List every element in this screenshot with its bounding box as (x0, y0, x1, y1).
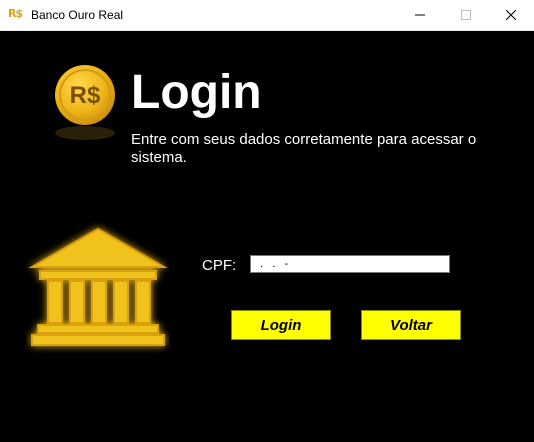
minimize-button[interactable] (397, 0, 443, 30)
login-button[interactable]: Login (231, 310, 331, 340)
cpf-label: CPF: (202, 257, 237, 274)
close-button[interactable] (488, 0, 534, 30)
coin-symbol: R$ (70, 82, 101, 109)
bank-icon (28, 227, 168, 346)
app-logo-icon: R$ (8, 7, 23, 20)
coin-icon: R$ (55, 65, 115, 140)
maximize-button[interactable] (443, 0, 489, 30)
maximize-icon (461, 10, 471, 20)
voltar-button[interactable]: Voltar (361, 310, 461, 340)
window-title: Banco Ouro Real (31, 8, 124, 22)
close-icon (506, 10, 516, 20)
cpf-input[interactable] (250, 255, 450, 273)
minimize-icon (415, 14, 425, 16)
login-panel: R$ Login Entre com seus dados corretamen… (0, 31, 534, 442)
page-title: Login (131, 66, 262, 119)
title-bar[interactable]: R$ Banco Ouro Real (0, 0, 534, 31)
app-window: R$ Banco Ouro Real R$ Login Entre com se… (0, 0, 534, 442)
page-subtitle: Entre com seus dados corretamente para a… (131, 131, 477, 166)
